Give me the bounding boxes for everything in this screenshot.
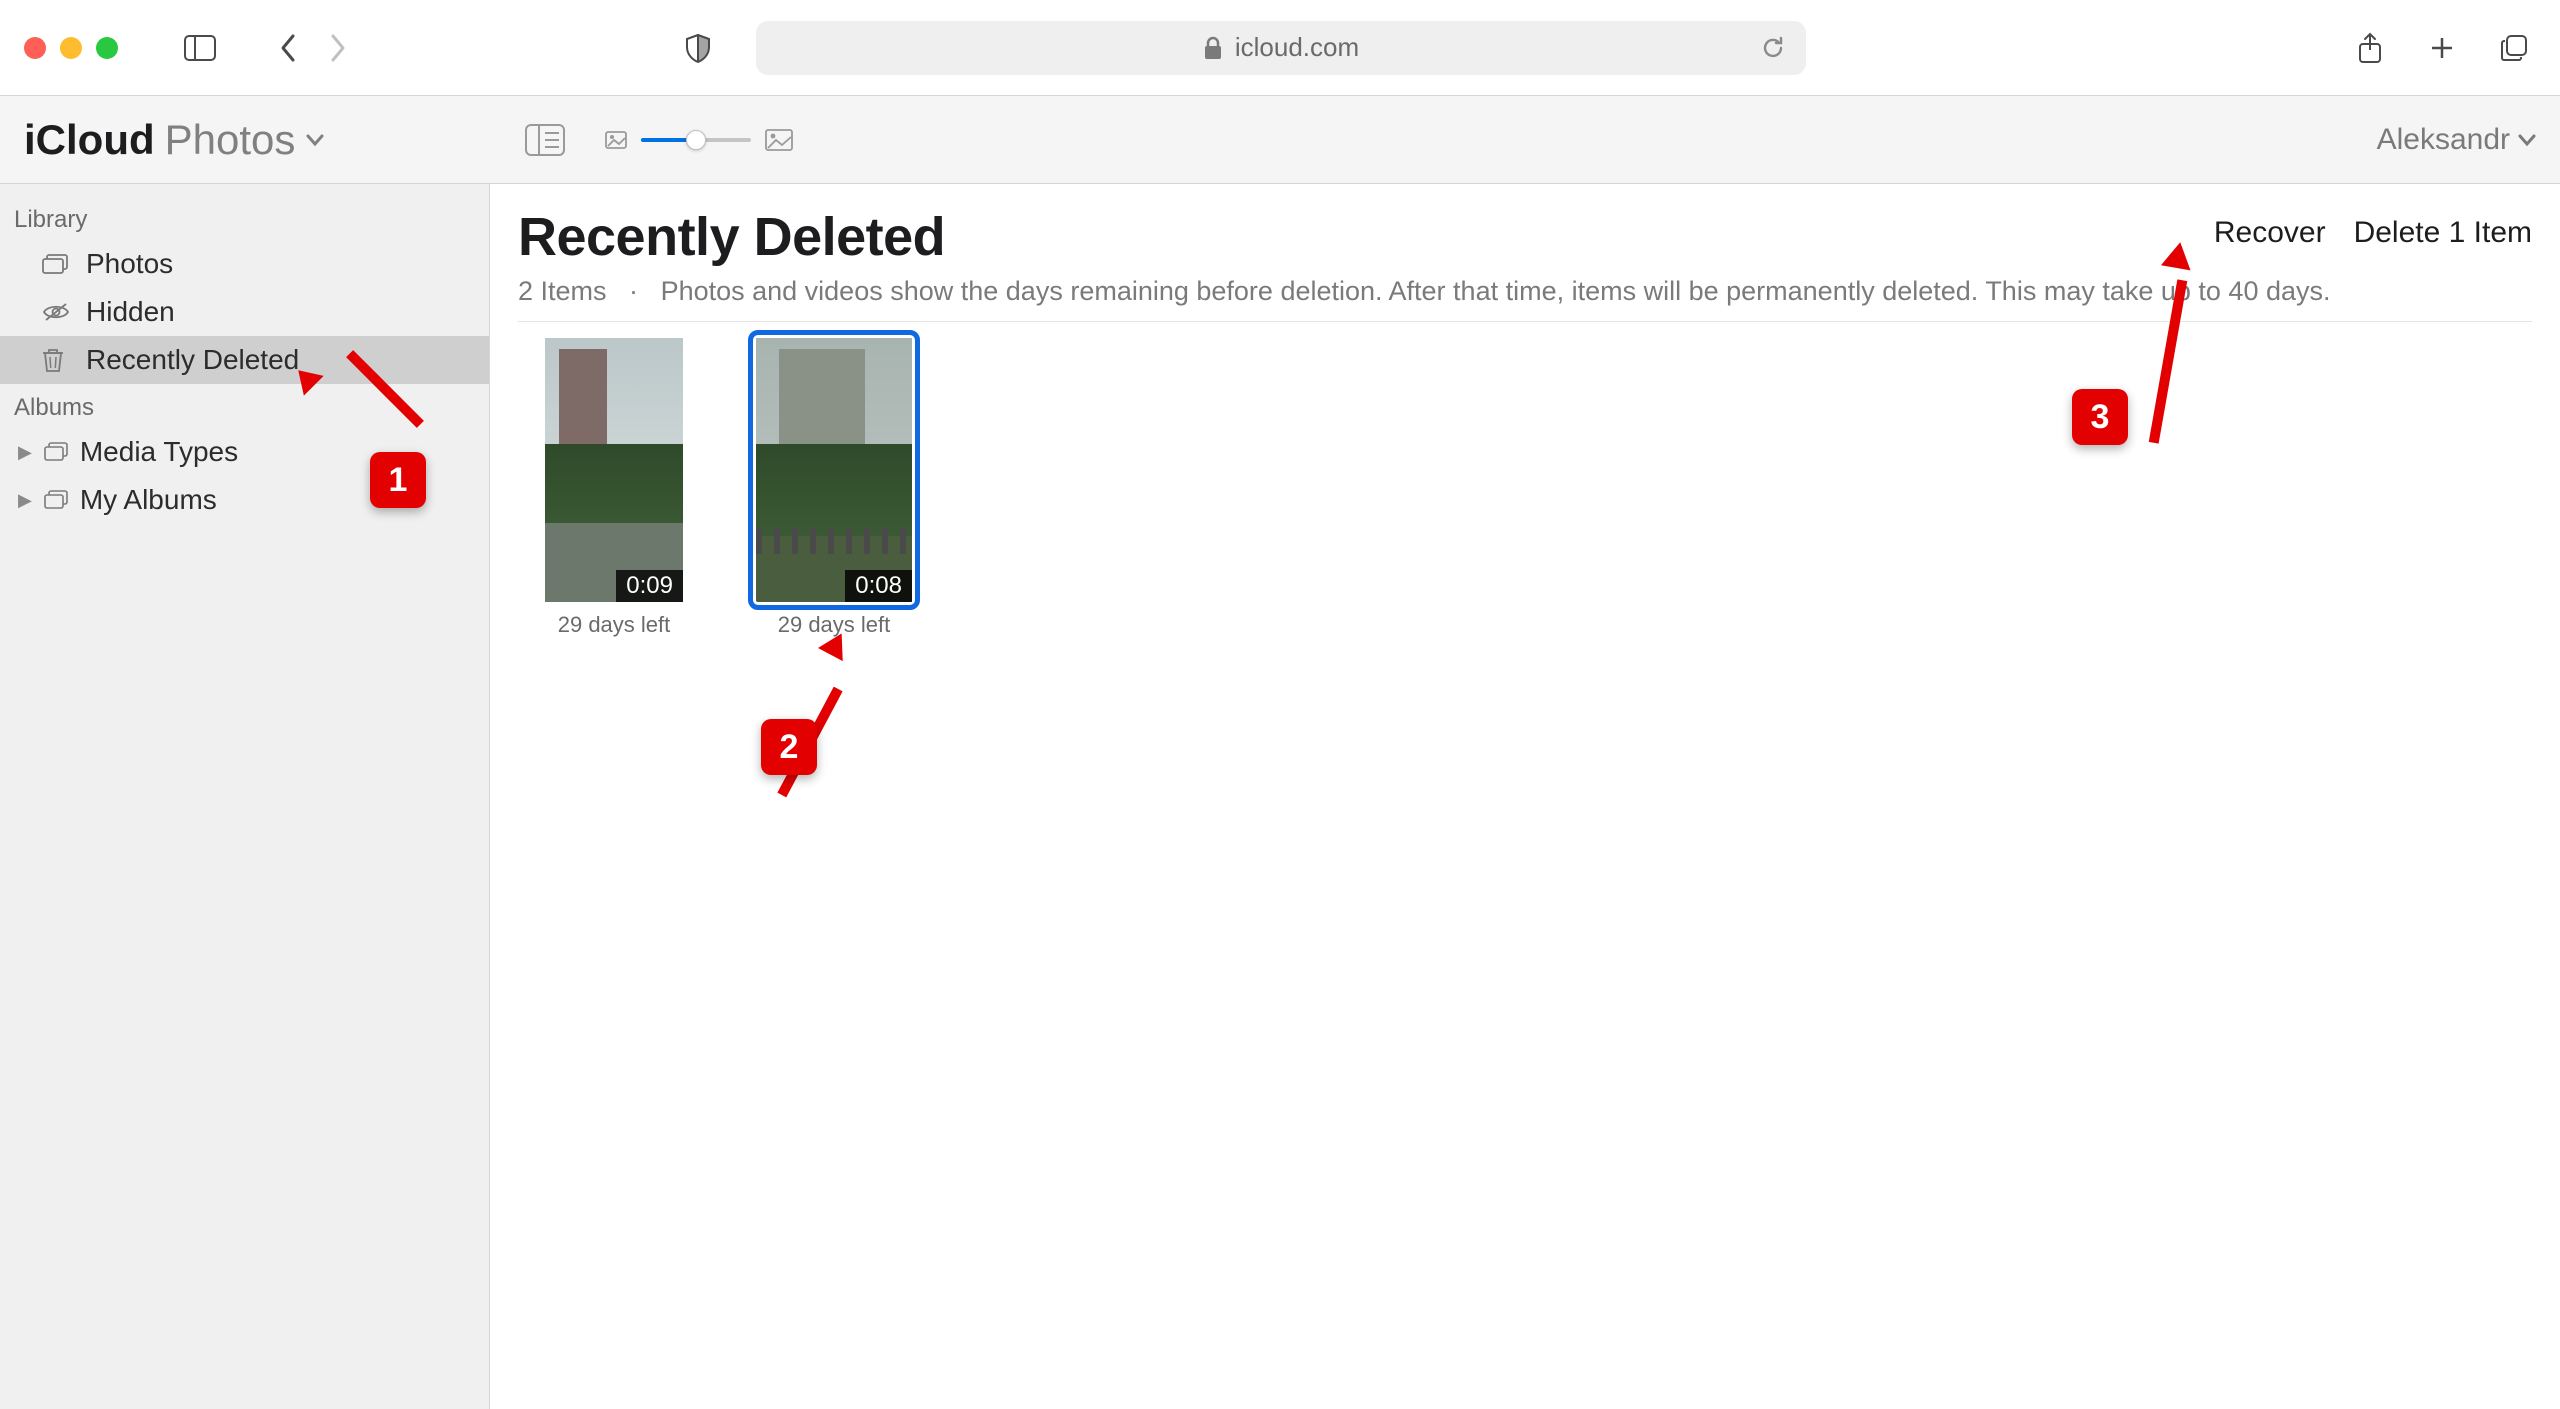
brand-app: iCloud (24, 116, 155, 164)
page-description: Photos and videos show the days remainin… (661, 276, 2331, 306)
reload-icon[interactable] (1760, 35, 1786, 61)
close-window-button[interactable] (24, 37, 46, 59)
user-name: Aleksandr (2377, 123, 2510, 157)
app-toolbar: iCloud Photos Aleksandr (0, 96, 2560, 184)
sidebar-group-label: My Albums (80, 484, 217, 516)
sidebar-item-label: Recently Deleted (86, 344, 299, 376)
disclosure-triangle-icon: ▶ (18, 442, 32, 463)
sidebar-section-library: Library (0, 196, 489, 240)
sidebar-item-hidden[interactable]: Hidden (0, 288, 489, 336)
app-brand[interactable]: iCloud Photos (24, 116, 325, 164)
back-button[interactable] (266, 26, 310, 70)
item-count: 2 Items (518, 276, 607, 306)
subtitle-row: 2 Items · Photos and videos show the day… (518, 276, 2532, 322)
video-thumbnail-selected[interactable]: 0:08 (756, 338, 912, 602)
address-bar[interactable]: icloud.com (756, 21, 1806, 75)
days-left-caption: 29 days left (558, 612, 671, 638)
thumbnail-zoom-slider[interactable] (605, 129, 793, 151)
slider-thumb[interactable] (686, 130, 706, 150)
stack-icon (44, 490, 68, 510)
photos-icon (42, 254, 70, 274)
share-icon[interactable] (2348, 26, 2392, 70)
lock-icon (1203, 36, 1223, 60)
chevron-down-icon (305, 133, 325, 147)
disclosure-triangle-icon: ▶ (18, 490, 32, 511)
browser-toolbar: icloud.com (0, 0, 2560, 96)
slider-track[interactable] (641, 138, 751, 142)
zoom-small-icon (605, 131, 627, 149)
new-tab-icon[interactable] (2420, 26, 2464, 70)
brand-section: Photos (165, 116, 296, 164)
view-mode-toggle[interactable] (525, 124, 565, 156)
user-menu[interactable]: Aleksandr (2377, 123, 2536, 157)
sidebar-item-label: Hidden (86, 296, 175, 328)
video-thumbnail[interactable]: 0:09 (545, 338, 683, 602)
privacy-shield-icon[interactable] (676, 26, 720, 70)
thumbnail-grid: 0:09 29 days left 0:08 29 days left (518, 322, 2532, 654)
window-controls (24, 37, 118, 59)
thumbnail-item[interactable]: 0:09 29 days left (532, 338, 696, 638)
sidebar-toggle-icon[interactable] (178, 26, 222, 70)
recover-button[interactable]: Recover (2214, 216, 2326, 250)
minimize-window-button[interactable] (60, 37, 82, 59)
content-area: Recently Deleted Recover Delete 1 Item 2… (490, 184, 2560, 1409)
sidebar-group-label: Media Types (80, 436, 238, 468)
annotation-callout-2: 2 (761, 719, 817, 775)
chevron-down-icon (2518, 134, 2536, 146)
annotation-arrowhead (2161, 240, 2195, 271)
annotation-callout-3: 3 (2072, 389, 2128, 445)
stack-icon (44, 442, 68, 462)
zoom-large-icon (765, 129, 793, 151)
fullscreen-window-button[interactable] (96, 37, 118, 59)
page-title: Recently Deleted (518, 206, 945, 268)
tabs-overview-icon[interactable] (2492, 26, 2536, 70)
delete-button[interactable]: Delete 1 Item (2354, 216, 2532, 250)
sidebar-item-recently-deleted[interactable]: Recently Deleted (0, 336, 489, 384)
trash-icon (42, 347, 70, 373)
sidebar-item-photos[interactable]: Photos (0, 240, 489, 288)
annotation-callout-1: 1 (370, 452, 426, 508)
forward-button[interactable] (316, 26, 360, 70)
url-text: icloud.com (1235, 32, 1359, 63)
sidebar: Library Photos Hidden Recently Deleted A… (0, 184, 490, 1409)
video-duration-badge: 0:09 (616, 570, 683, 602)
sidebar-item-label: Photos (86, 248, 173, 280)
video-duration-badge: 0:08 (845, 570, 912, 602)
separator: · (629, 276, 638, 306)
thumbnail-item[interactable]: 0:08 29 days left (752, 338, 916, 638)
hidden-icon (42, 302, 70, 322)
main-area: Library Photos Hidden Recently Deleted A… (0, 184, 2560, 1409)
